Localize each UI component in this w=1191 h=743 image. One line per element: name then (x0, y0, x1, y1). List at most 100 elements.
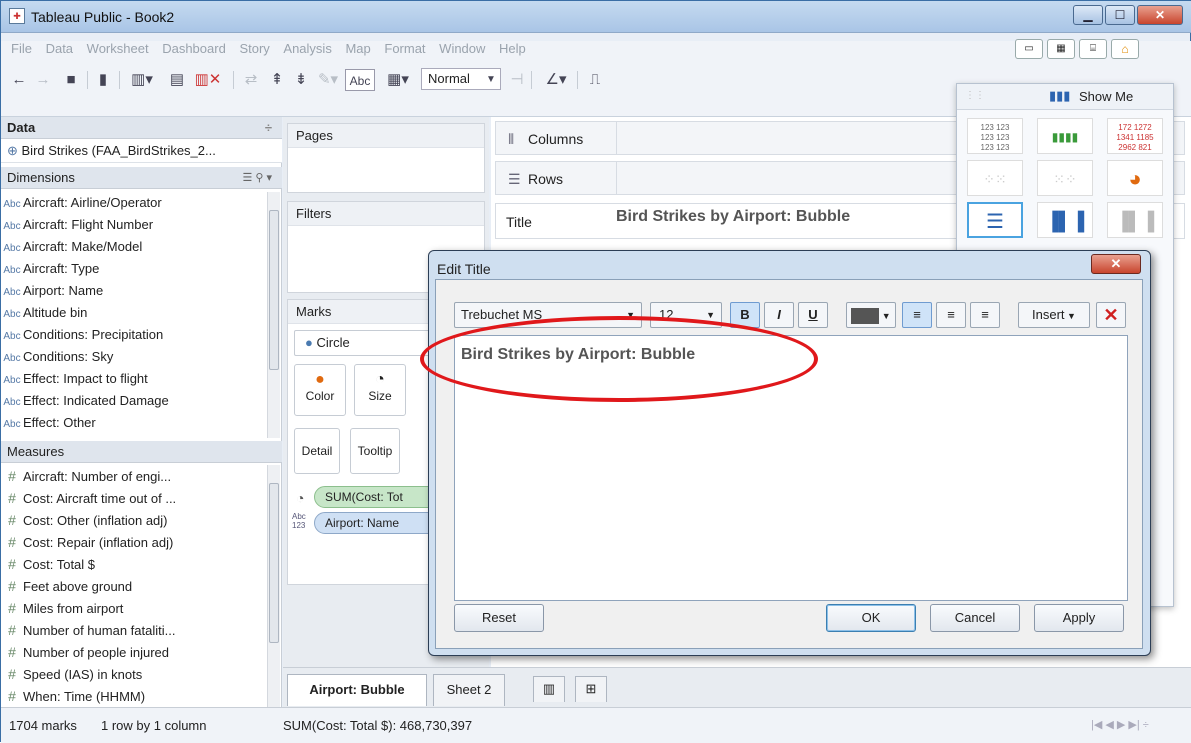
side-by-side-bars-icon[interactable]: ▐▌▐ (1107, 202, 1163, 238)
symbol-map-icon[interactable]: ⁘⁙ (967, 160, 1023, 196)
cancel-button[interactable]: Cancel (930, 604, 1020, 632)
apply-button[interactable]: Apply (1034, 604, 1124, 632)
menu-dashboard[interactable]: Dashboard (162, 41, 226, 56)
detail-button[interactable]: Detail (294, 428, 340, 474)
dimension-field[interactable]: Abc Aircraft: Make/Model (1, 236, 269, 258)
sort-ascending-icon[interactable]: ⇞ (267, 69, 287, 91)
font-color-button[interactable]: ▼ (846, 302, 896, 328)
align-center-icon[interactable]: ≡ (936, 302, 966, 328)
new-worksheet-icon[interactable]: ▥ (533, 676, 565, 702)
dimension-field[interactable]: Abc Airport: Name (1, 280, 269, 302)
datasource-item[interactable]: ⊕ Bird Strikes (FAA_BirdStrikes_2... (1, 139, 282, 163)
highlight-table-icon[interactable]: 172 1272 1341 1185 2962 821 (1107, 118, 1163, 154)
dimension-field[interactable]: Abc Altitude bin (1, 302, 269, 324)
dimension-field[interactable]: Abc Effect: Impact to flight (1, 368, 269, 390)
ok-button[interactable]: OK (826, 604, 916, 632)
search-icon[interactable]: ☰ ⚲ ▾ (242, 167, 272, 189)
menu-help[interactable]: Help (499, 41, 526, 56)
filled-map-icon[interactable]: ⁙⁘ (1037, 160, 1093, 196)
swap-icon[interactable]: ⇄ (241, 69, 261, 91)
dimension-field[interactable]: Abc Aircraft: Type (1, 258, 269, 280)
highlight-icon[interactable]: ✎▾ (313, 69, 343, 91)
tab-sheet-2[interactable]: Sheet 2 (433, 674, 505, 706)
size-button[interactable]: ◔ Size (354, 364, 406, 416)
rows-icon: ☰ (508, 171, 521, 187)
measures-scrollbar[interactable] (267, 465, 280, 707)
dimension-field[interactable]: Abc Aircraft: Airline/Operator (1, 192, 269, 214)
insert-button[interactable]: Insert ▼ (1018, 302, 1090, 328)
save-icon[interactable]: ■ (61, 69, 81, 91)
dimension-field[interactable]: Abc Conditions: Precipitation (1, 324, 269, 346)
measure-field[interactable]: # When: Time (HHMM) (1, 685, 269, 707)
close-button[interactable]: ✕ (1137, 5, 1183, 25)
color-button[interactable]: ● Color (294, 364, 346, 416)
new-worksheet-icon[interactable]: ▥▾ (125, 69, 159, 91)
sheet-navigation-icon[interactable]: |◀ ◀ ▶ ▶| ÷ (1091, 718, 1149, 731)
datasource-icon[interactable]: ⌸ (1079, 39, 1107, 59)
menu-data[interactable]: Data (46, 41, 73, 56)
presentation-icon[interactable]: ⎍ (585, 69, 605, 91)
sort-descending-icon[interactable]: ⇟ (291, 69, 311, 91)
measure-field[interactable]: # Number of people injured (1, 641, 269, 663)
heat-map-icon[interactable]: ▮▮▮▮ (1037, 118, 1093, 154)
minimize-button[interactable]: ▁ (1073, 5, 1103, 25)
menu-worksheet[interactable]: Worksheet (87, 41, 149, 56)
measure-field[interactable]: # Aircraft: Number of engi... (1, 465, 269, 487)
reset-button[interactable]: Reset (454, 604, 544, 632)
dialog-close-button[interactable]: ✕ (1091, 254, 1141, 274)
measure-field[interactable]: # Feet above ground (1, 575, 269, 597)
text-table-icon[interactable]: 123 123 123 123 123 123 (967, 118, 1023, 154)
measure-field[interactable]: # Cost: Repair (inflation adj) (1, 531, 269, 553)
measure-field[interactable]: # Cost: Aircraft time out of ... (1, 487, 269, 509)
chevron-down-icon[interactable]: ▼ (483, 69, 499, 91)
new-dashboard-icon[interactable]: ⊞ (575, 676, 607, 702)
menu-format[interactable]: Format (384, 41, 425, 56)
dimensions-scrollbar[interactable] (267, 192, 280, 438)
maximize-button[interactable]: ☐ (1105, 5, 1135, 25)
dimension-label: Aircraft: Flight Number (23, 217, 154, 232)
dimension-field[interactable]: Abc Conditions: Sky (1, 346, 269, 368)
presentation-mode-icon[interactable]: ▭ (1015, 39, 1043, 59)
stacked-bars-icon[interactable]: ▐▌▐ (1037, 202, 1093, 238)
align-left-icon[interactable]: ≡ (902, 302, 932, 328)
color-format-icon[interactable]: ∠▾ (539, 69, 573, 91)
back-icon[interactable]: ← (9, 69, 29, 91)
align-right-icon[interactable]: ≡ (970, 302, 1000, 328)
menu-analysis[interactable]: Analysis (283, 41, 331, 56)
pie-chart-icon[interactable]: ◕ (1107, 160, 1163, 196)
sheet-sorter-icon[interactable]: ▦ (1047, 39, 1075, 59)
edit-title-dialog: Edit Title ✕ Trebuchet MS ▼ 12 ▼ B I U ▼ ≡… (428, 250, 1151, 656)
show-me-header[interactable]: ⋮⋮ ▮▮▮ Show Me (957, 84, 1173, 110)
measure-field[interactable]: # Number of human fataliti... (1, 619, 269, 641)
duplicate-icon[interactable]: ▤ (167, 69, 187, 91)
dimension-field[interactable]: Abc Aircraft: Flight Number (1, 214, 269, 236)
scroll-thumb[interactable] (269, 483, 279, 643)
horizontal-bars-icon[interactable]: ☰ (967, 202, 1023, 238)
start-page-icon[interactable]: ⌂ (1111, 39, 1139, 59)
scroll-thumb[interactable] (269, 210, 279, 370)
underline-button[interactable]: U (798, 302, 828, 328)
tooltip-button[interactable]: Tooltip (350, 428, 400, 474)
string-type-icon: Abc (3, 221, 21, 232)
dimension-field[interactable]: Abc Effect: Indicated Damage (1, 390, 269, 412)
dimension-field[interactable]: Abc Effect: Other (1, 412, 269, 434)
tab-airport-bubble[interactable]: Airport: Bubble (287, 674, 427, 706)
pages-card[interactable]: Pages (287, 123, 485, 193)
new-datasource-icon[interactable]: ▮ (93, 69, 113, 91)
forward-icon[interactable]: → (33, 69, 53, 91)
measure-field[interactable]: # Cost: Total $ (1, 553, 269, 575)
fix-axes-icon[interactable]: ⊣ (507, 69, 527, 91)
fit-icon[interactable]: ▦▾ (381, 69, 415, 91)
italic-button[interactable]: I (764, 302, 794, 328)
menu-story[interactable]: Story (239, 41, 269, 56)
menu-map[interactable]: Map (345, 41, 370, 56)
measure-field[interactable]: # Cost: Other (inflation adj) (1, 509, 269, 531)
clear-sheet-icon[interactable]: ▥✕ (191, 69, 225, 91)
measure-field[interactable]: # Miles from airport (1, 597, 269, 619)
menu-file[interactable]: File (11, 41, 32, 56)
measure-field[interactable]: # Speed (IAS) in knots (1, 663, 269, 685)
menu-window[interactable]: Window (439, 41, 485, 56)
clear-text-icon[interactable]: ✕ (1096, 302, 1126, 328)
show-mark-labels-button[interactable]: Abc (345, 69, 375, 91)
sort-icon[interactable]: ÷ (265, 117, 272, 139)
